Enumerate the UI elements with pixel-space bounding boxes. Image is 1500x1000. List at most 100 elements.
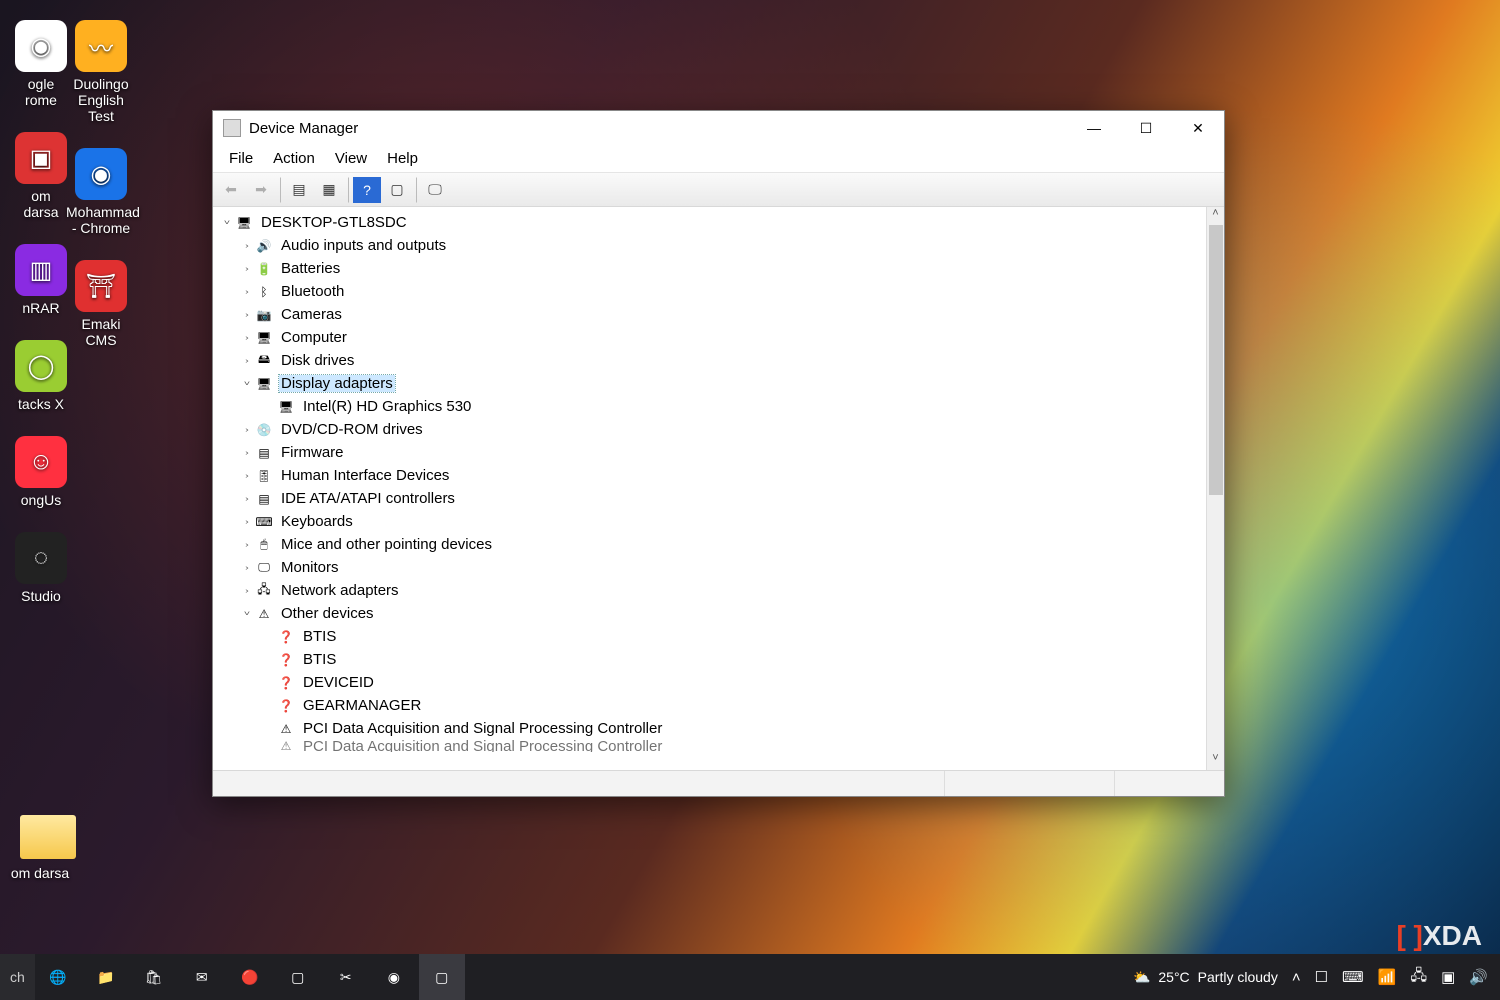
tree-category[interactable]: ›🔊Audio inputs and outputs (213, 234, 1206, 257)
category-icon: ⚠ (277, 721, 295, 737)
taskbar-app-devmgr[interactable]: ▢ (275, 954, 321, 1000)
tree-category[interactable]: ›🎚Human Interface Devices (213, 464, 1206, 487)
tray-icon[interactable]: 🖧 (1410, 965, 1427, 990)
tree-label: IDE ATA/ATAPI controllers (279, 490, 457, 507)
expand-arrow-icon[interactable]: › (239, 286, 255, 298)
tray-icon[interactable]: ▣ (1441, 968, 1455, 986)
app-icon: ☺ (15, 436, 67, 488)
expand-arrow-icon[interactable]: › (239, 447, 255, 459)
taskbar-app-app1[interactable]: 🔴 (227, 954, 273, 1000)
menu-file[interactable]: File (219, 148, 263, 169)
tree-category[interactable]: ˅⚠Other devices (213, 602, 1206, 625)
toolbar-back-button[interactable]: ⬅ (217, 177, 245, 203)
tree-label: Batteries (279, 260, 342, 277)
taskbar-app-snip[interactable]: ✂ (323, 954, 369, 1000)
toolbar-action-button[interactable]: ▦ (315, 177, 343, 203)
taskbar-app-devmgr2[interactable]: ▢ (419, 954, 465, 1000)
tree-device[interactable]: ❓BTIS (213, 648, 1206, 671)
toolbar-forward-button[interactable]: ➡ (247, 177, 275, 203)
expand-arrow-icon[interactable]: › (239, 585, 255, 597)
tree-device[interactable]: ⚠PCI Data Acquisition and Signal Process… (213, 740, 1206, 752)
taskbar-app-store[interactable]: 🛍 (131, 954, 177, 1000)
desktop-icon[interactable]: ☺ongUs (6, 436, 76, 508)
expand-arrow-icon[interactable]: › (239, 263, 255, 275)
taskbar-weather[interactable]: ⛅ 25°C Partly cloudy (1133, 969, 1278, 986)
taskbar-app-explorer[interactable]: 📁 (83, 954, 129, 1000)
tray-icon[interactable]: 🔊 (1469, 968, 1488, 986)
tree-category[interactable]: ›▤Firmware (213, 441, 1206, 464)
tree-category[interactable]: ›🖥Computer (213, 326, 1206, 349)
window-title: Device Manager (249, 120, 358, 137)
menu-action[interactable]: Action (263, 148, 325, 169)
tree-category[interactable]: ›🖧Network adapters (213, 579, 1206, 602)
tree-device[interactable]: 🖥Intel(R) HD Graphics 530 (213, 395, 1206, 418)
scroll-up-icon[interactable]: ˄ (1207, 207, 1224, 225)
menu-view[interactable]: View (325, 148, 377, 169)
statusbar (213, 770, 1224, 796)
tray-icon[interactable]: ⌨ (1342, 968, 1364, 986)
tree-category[interactable]: ›🖴Disk drives (213, 349, 1206, 372)
expand-arrow-icon[interactable]: › (239, 309, 255, 321)
tree-label: PCI Data Acquisition and Signal Processi… (301, 720, 664, 737)
tree-category[interactable]: ›📷Cameras (213, 303, 1206, 326)
menu-help[interactable]: Help (377, 148, 428, 169)
tree-device[interactable]: ⚠ PCI Data Acquisition and Signal Process… (213, 717, 1206, 740)
expand-arrow-icon[interactable]: ˅ (239, 608, 255, 620)
expand-arrow-icon[interactable]: › (239, 562, 255, 574)
toolbar-scan-button[interactable]: 🖵 (421, 177, 449, 203)
tree-label: Human Interface Devices (279, 467, 451, 484)
tree-category[interactable]: ›▤IDE ATA/ATAPI controllers (213, 487, 1206, 510)
toolbar-uninstall-button[interactable]: ▢ (383, 177, 411, 203)
category-icon: ⌨ (255, 514, 273, 530)
expand-arrow-icon[interactable]: › (239, 424, 255, 436)
desktop-icon[interactable]: 〰Duolingo English Test (66, 20, 136, 124)
taskbar-app-mail[interactable]: ✉ (179, 954, 225, 1000)
expand-arrow-icon[interactable]: ˅ (239, 378, 255, 390)
minimize-button[interactable]: — (1068, 111, 1120, 145)
scroll-thumb[interactable] (1209, 225, 1223, 495)
tray-icon[interactable]: ˄ (1292, 969, 1301, 986)
maximize-button[interactable]: ☐ (1120, 111, 1172, 145)
tray-icon[interactable]: ☐ (1315, 968, 1328, 986)
tree-device[interactable]: ❓GEARMANAGER (213, 694, 1206, 717)
scrollbar[interactable]: ˄ ˅ (1206, 207, 1224, 770)
close-button[interactable]: ✕ (1172, 111, 1224, 145)
category-icon: 🖥 (277, 399, 295, 415)
tree-root[interactable]: ˅🖥DESKTOP-GTL8SDC (213, 211, 1206, 234)
scroll-down-icon[interactable]: ˅ (1207, 752, 1224, 770)
category-icon: 🖱 (255, 537, 273, 553)
weather-text: Partly cloudy (1198, 969, 1278, 985)
taskbar-app-chrome[interactable]: ◉ (371, 954, 417, 1000)
expand-arrow-icon[interactable]: › (239, 332, 255, 344)
tree-category[interactable]: ›⌨Keyboards (213, 510, 1206, 533)
toolbar-properties-button[interactable]: ▤ (285, 177, 313, 203)
device-tree[interactable]: ˅🖥DESKTOP-GTL8SDC›🔊Audio inputs and outp… (213, 207, 1206, 770)
tray-icon[interactable]: 📶 (1378, 968, 1397, 986)
tree-device[interactable]: ❓DEVICEID (213, 671, 1206, 694)
taskbar-search[interactable]: ch (0, 954, 35, 1000)
expand-arrow-icon[interactable]: › (239, 355, 255, 367)
expand-arrow-icon[interactable]: › (239, 240, 255, 252)
expand-arrow-icon[interactable]: › (239, 493, 255, 505)
desktop-icon[interactable]: ◌Studio (6, 532, 76, 604)
tree-category[interactable]: ›ᛒBluetooth (213, 280, 1206, 303)
tree-category[interactable]: ›🔋Batteries (213, 257, 1206, 280)
expand-arrow-icon[interactable]: › (239, 516, 255, 528)
desktop-icon[interactable]: ⛩Emaki CMS (66, 260, 136, 348)
toolbar-help-button[interactable]: ? (353, 177, 381, 203)
desktop-icons-col2: 〰Duolingo English Test ◉Mohammad - Chrome… (60, 20, 140, 372)
category-icon: 🖥 (255, 330, 273, 346)
expand-arrow-icon[interactable]: › (239, 470, 255, 482)
tree-device[interactable]: ❓BTIS (213, 625, 1206, 648)
tree-category[interactable]: ›🖱Mice and other pointing devices (213, 533, 1206, 556)
desktop-folder-label: om darsa (0, 865, 80, 881)
tree-category[interactable]: ˅🖥Display adapters (213, 372, 1206, 395)
desktop-folder-icon[interactable] (20, 815, 76, 859)
tree-category[interactable]: ›🖵Monitors (213, 556, 1206, 579)
expand-arrow-icon[interactable]: › (239, 539, 255, 551)
expand-arrow-icon[interactable]: ˅ (219, 217, 235, 229)
tree-category[interactable]: ›💿DVD/CD-ROM drives (213, 418, 1206, 441)
desktop-icon[interactable]: ◉Mohammad - Chrome (66, 148, 136, 236)
taskbar-app-edge[interactable]: 🌐 (35, 954, 81, 1000)
titlebar[interactable]: Device Manager — ☐ ✕ (213, 111, 1224, 145)
